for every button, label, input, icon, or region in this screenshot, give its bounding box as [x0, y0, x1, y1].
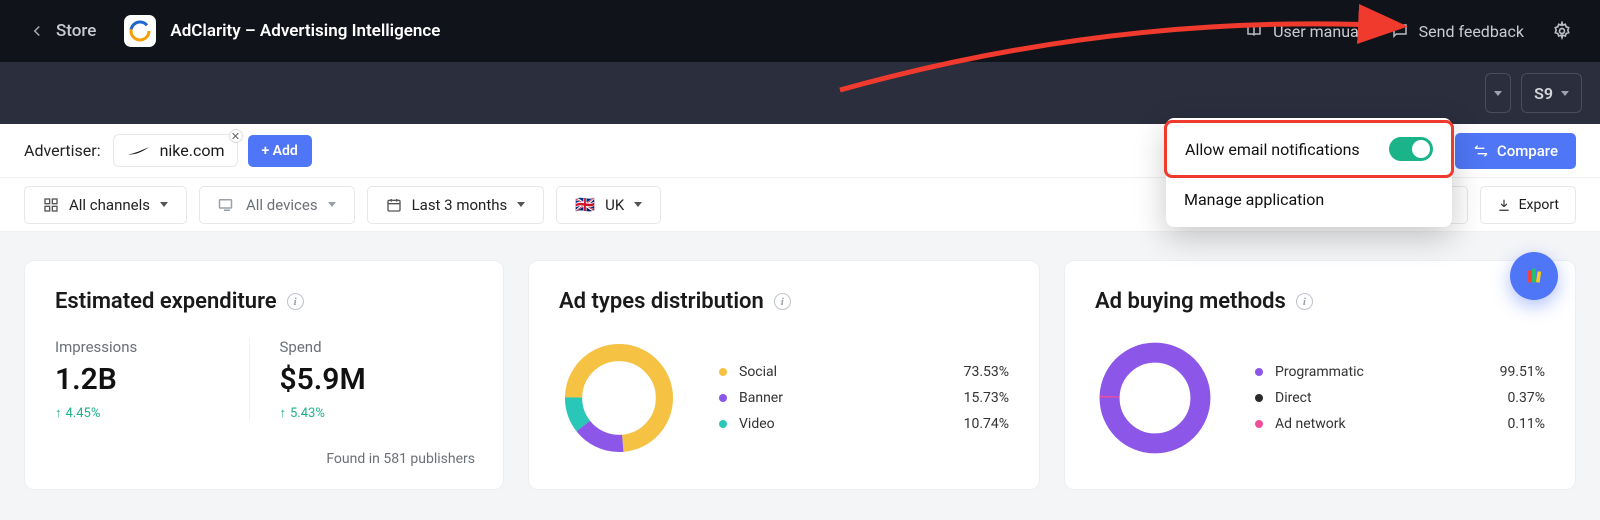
compare-icon [1473, 144, 1489, 158]
help-fab[interactable] [1510, 252, 1558, 300]
workspace-dropdown-a[interactable] [1485, 73, 1511, 113]
nike-swoosh-icon [126, 144, 150, 158]
legend-programmatic-value: 99.51% [1500, 364, 1545, 380]
ad-types-donut [559, 338, 679, 458]
advertiser-chip[interactable]: nike.com ✕ [113, 134, 238, 167]
settings-gear-button[interactable] [1552, 21, 1572, 41]
compare-label: Compare [1497, 142, 1558, 160]
app-logo [124, 15, 156, 47]
export-button[interactable]: Export [1480, 186, 1576, 224]
info-icon[interactable]: i [287, 293, 304, 310]
ad-buying-donut [1095, 338, 1215, 458]
legend-social-label: Social [739, 364, 859, 380]
legend-video-value: 10.74% [964, 416, 1009, 432]
spend-label: Spend [280, 338, 474, 356]
back-to-store[interactable]: Store [28, 21, 96, 41]
impressions-label: Impressions [55, 338, 249, 356]
add-advertiser-button[interactable]: + Add [248, 135, 312, 167]
found-in-publishers: Found in 581 publishers [326, 451, 475, 467]
download-icon [1497, 198, 1511, 212]
period-filter-label: Last 3 months [412, 196, 508, 214]
ad-buying-title: Ad buying methods [1095, 289, 1286, 314]
arrow-left-icon [28, 22, 46, 40]
ad-types-legend: Social 73.53% Banner 15.73% Video 10.74% [719, 359, 1009, 437]
app-identity: AdClarity – Advertising Intelligence [124, 15, 440, 47]
legend-adnetwork-value: 0.11% [1507, 416, 1545, 432]
settings-dropdown: Allow email notifications Manage applica… [1166, 118, 1452, 227]
workspace-bar: S9 Allow email notifications Manage appl… [0, 62, 1600, 124]
country-filter[interactable]: 🇬🇧 UK [556, 186, 661, 224]
book-icon [1245, 22, 1263, 40]
books-icon [1523, 265, 1545, 287]
legend-banner-value: 15.73% [964, 390, 1009, 406]
adclarity-logo-icon [128, 19, 152, 43]
legend-adnetwork-label: Ad network [1275, 416, 1395, 432]
devices-icon [218, 198, 236, 212]
send-feedback-link[interactable]: Send feedback [1391, 22, 1524, 41]
calendar-icon [386, 197, 402, 213]
manage-application-item[interactable]: Manage application [1166, 176, 1452, 223]
top-bar: Store AdClarity – Advertising Intelligen… [0, 0, 1600, 62]
ad-buying-card: Ad buying methods i Programmatic 99.51% Di… [1064, 260, 1576, 490]
legend-programmatic-label: Programmatic [1275, 364, 1395, 380]
remove-chip-button[interactable]: ✕ [229, 129, 243, 143]
ad-buying-legend: Programmatic 99.51% Direct 0.37% Ad networ… [1255, 359, 1545, 437]
workspace-user-short: S9 [1534, 84, 1553, 103]
legend-direct-label: Direct [1275, 390, 1395, 406]
spend-value: $5.9M [280, 362, 474, 397]
info-icon[interactable]: i [1296, 293, 1313, 310]
legend-video-label: Video [739, 416, 859, 432]
allow-email-label: Allow email notifications [1185, 140, 1360, 159]
estimated-expenditure-card: Estimated expenditurei Impressions 1.2B … [24, 260, 504, 490]
allow-email-toggle[interactable] [1389, 137, 1433, 161]
dashboard-cards: Estimated expenditurei Impressions 1.2B … [0, 232, 1600, 518]
user-manual-link[interactable]: User manual [1245, 22, 1363, 41]
info-icon[interactable]: i [774, 293, 791, 310]
workspace-user-menu[interactable]: S9 [1521, 73, 1582, 113]
spend-delta: ↑ 5.43% [280, 405, 474, 421]
app-name: AdClarity – Advertising Intelligence [170, 21, 440, 41]
impressions-delta: ↑ 4.45% [55, 405, 249, 421]
send-feedback-label: Send feedback [1419, 22, 1524, 41]
channels-filter[interactable]: All channels [24, 186, 187, 224]
ad-types-title: Ad types distribution [559, 289, 764, 314]
country-filter-label: UK [605, 196, 624, 214]
devices-filter[interactable]: All devices [199, 186, 355, 224]
impressions-value: 1.2B [55, 362, 249, 397]
legend-direct-value: 0.37% [1507, 390, 1545, 406]
advertiser-label: Advertiser: [24, 141, 101, 160]
channels-filter-label: All channels [69, 196, 150, 214]
grid-icon [43, 197, 59, 213]
legend-social-value: 73.53% [964, 364, 1009, 380]
uk-flag-icon: 🇬🇧 [575, 195, 595, 214]
user-manual-label: User manual [1273, 22, 1363, 41]
legend-banner-label: Banner [739, 390, 859, 406]
advertiser-chip-domain: nike.com [160, 141, 225, 160]
compare-button[interactable]: Compare [1455, 133, 1576, 169]
est-title: Estimated expenditure [55, 289, 277, 314]
export-label: Export [1519, 197, 1559, 213]
back-label: Store [56, 21, 96, 41]
devices-filter-label: All devices [246, 196, 318, 214]
period-filter[interactable]: Last 3 months [367, 186, 545, 224]
ad-types-card: Ad types distribution i Social 73.53% Bann… [528, 260, 1040, 490]
chat-icon [1391, 22, 1409, 40]
allow-email-toggle-row[interactable]: Allow email notifications [1164, 120, 1454, 178]
gear-icon [1552, 21, 1572, 41]
